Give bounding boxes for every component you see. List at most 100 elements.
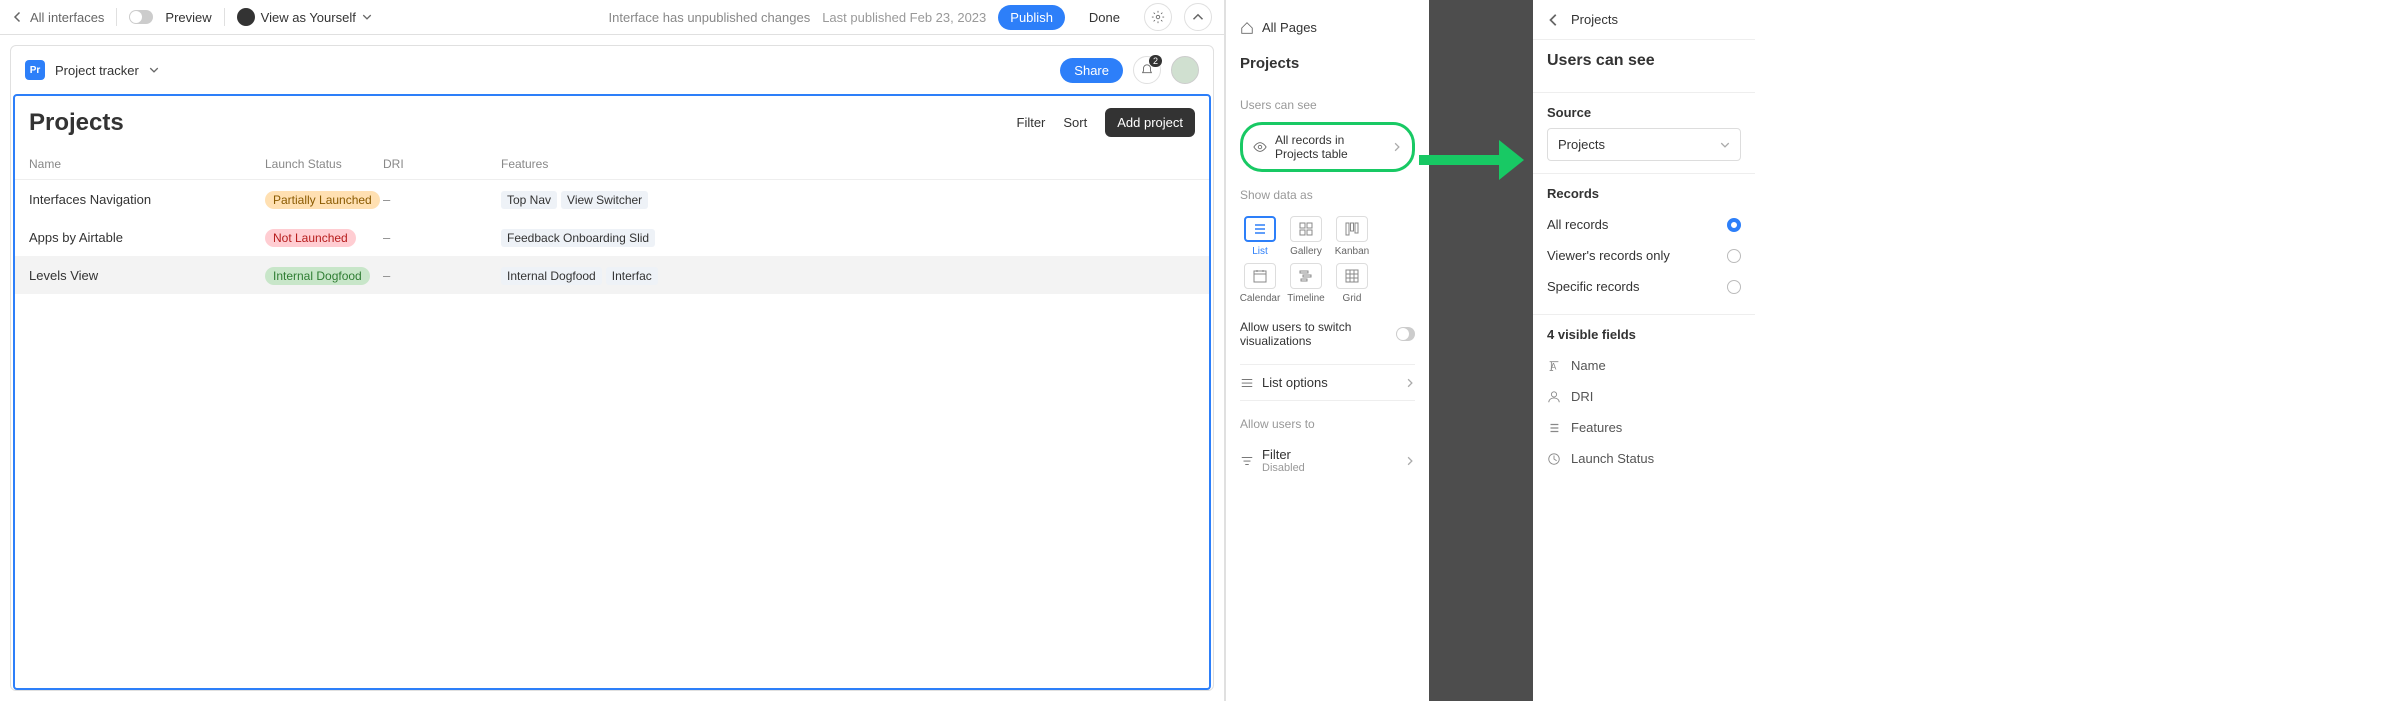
preview-toggle[interactable] (129, 10, 153, 24)
users-can-see-label: Users can see (1240, 92, 1415, 112)
table-row[interactable]: Interfaces Navigation Partially Launched… (15, 180, 1209, 218)
cell-status: Partially Launched (265, 192, 383, 207)
collapse-button[interactable] (1184, 3, 1212, 31)
chevron-right-icon (1392, 142, 1402, 152)
settings-button[interactable] (1144, 3, 1172, 31)
gear-icon (1151, 10, 1165, 24)
allow-switch-row: Allow users to switch visualizations (1240, 314, 1415, 354)
top-bar-left: All interfaces Preview View as Yourself (12, 8, 372, 26)
all-interfaces-link[interactable]: All interfaces (12, 10, 104, 25)
viz-timeline[interactable]: Timeline (1286, 263, 1326, 304)
col-status[interactable]: Launch Status (265, 157, 383, 171)
preview-label: Preview (165, 10, 211, 25)
done-button[interactable]: Done (1077, 5, 1132, 30)
arrow-annotation (1419, 130, 1529, 190)
viz-label: Kanban (1335, 246, 1369, 257)
viz-grid[interactable]: Grid (1332, 263, 1372, 304)
status-pill: Not Launched (265, 229, 356, 247)
user-avatar[interactable] (1171, 56, 1199, 84)
detail-panel: Projects Users can see Source Projects R… (1533, 0, 1755, 701)
view-as-label: View as Yourself (261, 10, 356, 25)
canvas-area: Pr Project tracker Share 2 Projects Filt (0, 35, 1224, 701)
viz-label: Calendar (1240, 293, 1281, 304)
visualization-grid: List Gallery Kanban Calendar Timeline Grid (1240, 212, 1415, 304)
record-option[interactable]: Specific records (1547, 271, 1741, 302)
field-row[interactable]: Launch Status (1547, 443, 1741, 474)
viz-kanban[interactable]: Kanban (1332, 216, 1372, 257)
home-icon (1240, 21, 1254, 35)
viz-label: List (1252, 246, 1268, 257)
field-label: Features (1571, 420, 1622, 435)
config-panel: All Pages Projects Users can see All rec… (1225, 0, 1429, 701)
field-label: DRI (1571, 389, 1593, 404)
interface-card: Pr Project tracker Share 2 Projects Filt (10, 45, 1214, 691)
back-label: All interfaces (30, 10, 104, 25)
card-header-right: Share 2 (1060, 56, 1199, 84)
viz-list[interactable]: List (1240, 216, 1280, 257)
table-row[interactable]: Levels View Internal Dogfood – Internal … (15, 256, 1209, 294)
timeline-icon (1290, 263, 1322, 289)
col-name[interactable]: Name (29, 157, 265, 171)
kanban-icon (1336, 216, 1368, 242)
gallery-icon (1290, 216, 1322, 242)
col-dri[interactable]: DRI (383, 157, 501, 171)
source-value: Projects (1558, 137, 1605, 152)
field-row[interactable]: Features (1547, 412, 1741, 443)
app-name[interactable]: Project tracker (55, 63, 139, 78)
filter-icon (1240, 454, 1254, 468)
list-icon (1240, 376, 1254, 390)
cell-name: Interfaces Navigation (29, 192, 265, 207)
all-pages-link[interactable]: All Pages (1240, 14, 1415, 41)
selected-content-block[interactable]: Projects Filter Sort Add project Name La… (13, 94, 1211, 690)
list-options-label: List options (1262, 375, 1328, 390)
viz-label: Grid (1343, 293, 1362, 304)
viz-gallery[interactable]: Gallery (1286, 216, 1326, 257)
publish-button[interactable]: Publish (998, 5, 1065, 30)
divider (116, 8, 117, 26)
content-header: Projects Filter Sort Add project (15, 96, 1209, 149)
filter-button[interactable]: Filter (1017, 115, 1046, 130)
field-row[interactable]: AName (1547, 350, 1741, 381)
chevron-down-icon[interactable] (149, 65, 159, 75)
record-option[interactable]: All records (1547, 209, 1741, 240)
unpublished-msg: Interface has unpublished changes (609, 10, 811, 25)
chevron-right-icon (1405, 378, 1415, 388)
cell-name: Levels View (29, 268, 265, 283)
status-pill: Partially Launched (265, 191, 380, 209)
last-published: Last published Feb 23, 2023 (822, 10, 986, 25)
all-pages-label: All Pages (1262, 20, 1317, 35)
cell-dri: – (383, 192, 501, 207)
add-project-button[interactable]: Add project (1105, 108, 1195, 137)
back-arrow-icon (12, 11, 24, 23)
viz-calendar[interactable]: Calendar (1240, 263, 1280, 304)
notification-badge: 2 (1149, 55, 1162, 67)
source-select[interactable]: Projects (1547, 128, 1741, 161)
sort-button[interactable]: Sort (1063, 115, 1087, 130)
allow-switch-toggle[interactable] (1396, 327, 1415, 341)
cell-features: Feedback Onboarding Slid (501, 230, 1195, 245)
field-row[interactable]: DRI (1547, 381, 1741, 412)
filter-option-row[interactable]: Filter Disabled (1240, 441, 1415, 480)
records-source-row[interactable]: All records in Projects table (1240, 122, 1415, 172)
cell-name: Apps by Airtable (29, 230, 265, 245)
source-label: Source (1547, 105, 1741, 128)
config-page-title: Projects (1240, 51, 1415, 82)
status-pill: Internal Dogfood (265, 267, 370, 285)
cell-status: Internal Dogfood (265, 268, 383, 283)
detail-title: Users can see (1547, 52, 1741, 80)
share-button[interactable]: Share (1060, 58, 1123, 83)
divider (224, 8, 225, 26)
record-option-label: Viewer's records only (1547, 248, 1670, 263)
list-icon (1547, 421, 1561, 435)
table-row[interactable]: Apps by Airtable Not Launched – Feedback… (15, 218, 1209, 256)
allow-users-to-label: Allow users to (1240, 411, 1415, 431)
list-options-row[interactable]: List options (1240, 364, 1415, 401)
col-features[interactable]: Features (501, 157, 1195, 171)
view-as-dropdown[interactable]: View as Yourself (237, 8, 372, 26)
table-header: Name Launch Status DRI Features (15, 149, 1209, 180)
detail-header[interactable]: Projects (1533, 0, 1755, 40)
record-option[interactable]: Viewer's records only (1547, 240, 1741, 271)
projects-table: Name Launch Status DRI Features Interfac… (15, 149, 1209, 294)
notifications-button[interactable]: 2 (1133, 56, 1161, 84)
radio-icon (1727, 218, 1741, 232)
